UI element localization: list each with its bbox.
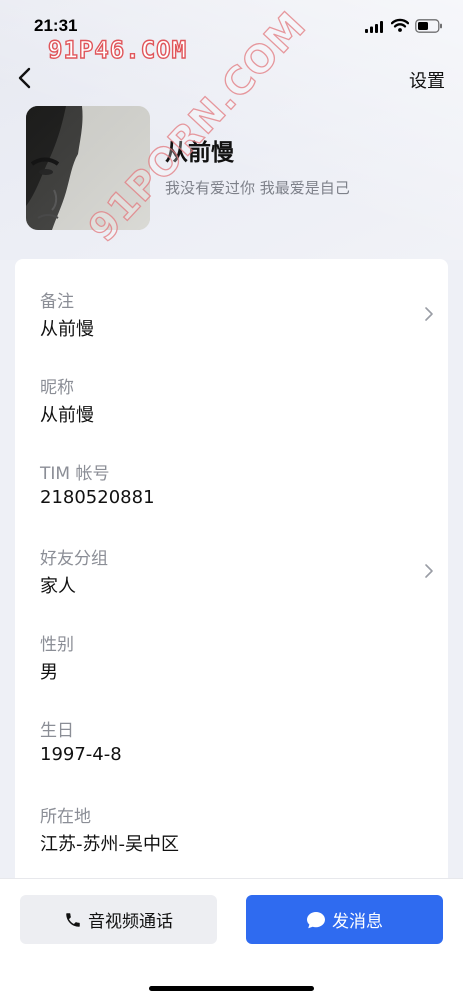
av-call-label: 音视频通话 <box>88 912 173 932</box>
status-time: 21:31 <box>34 16 78 35</box>
send-message-button[interactable]: 发消息 <box>246 895 443 944</box>
info-value: 1997-4-8 <box>40 744 122 765</box>
info-value: 2180520881 <box>40 487 155 508</box>
info-value: 江苏-苏州-吴中区 <box>40 834 179 855</box>
profile-name: 从前慢 <box>165 140 234 166</box>
info-label: 生日 <box>40 721 74 741</box>
bottom-action-bar: 音视频通话 发消息 <box>0 878 463 1001</box>
info-row-account: TIM 帐号 2180520881 <box>40 459 435 521</box>
info-label: 性别 <box>40 635 74 655</box>
battery-icon <box>415 19 442 33</box>
chevron-left-icon <box>18 67 31 89</box>
send-message-label: 发消息 <box>332 912 383 932</box>
avatar-photo <box>26 106 150 230</box>
chevron-right-icon <box>425 564 433 578</box>
wifi-icon <box>391 18 409 32</box>
info-label: 备注 <box>40 292 74 312</box>
info-row-gender: 性别 男 <box>40 630 435 692</box>
info-row-nickname: 昵称 从前慢 <box>40 373 435 435</box>
info-label: 所在地 <box>40 807 91 827</box>
av-call-button[interactable]: 音视频通话 <box>20 895 217 944</box>
back-button[interactable] <box>12 64 40 92</box>
settings-button[interactable]: 设置 <box>409 67 445 93</box>
phone-icon <box>64 911 82 929</box>
info-value: 从前慢 <box>40 405 94 426</box>
info-value: 从前慢 <box>40 319 94 340</box>
profile-signature: 我没有爱过你 我最爱是自己 <box>165 179 350 197</box>
info-label: 好友分组 <box>40 549 108 569</box>
chevron-right-icon <box>425 307 433 321</box>
info-row-birthday: 生日 1997-4-8 <box>40 716 435 778</box>
info-label: TIM 帐号 <box>40 464 110 484</box>
cellular-signal-icon <box>365 21 383 33</box>
info-value: 家人 <box>40 576 76 597</box>
avatar[interactable] <box>26 106 150 230</box>
info-row-friend-group[interactable]: 好友分组 家人 <box>40 544 435 606</box>
info-card: 备注 从前慢 昵称 从前慢 TIM 帐号 2180520881 好友分组 家人 … <box>15 259 448 899</box>
info-row-remark[interactable]: 备注 从前慢 <box>40 287 435 349</box>
info-value: 男 <box>40 662 58 683</box>
info-label: 昵称 <box>40 378 74 398</box>
info-row-location: 所在地 江苏-苏州-吴中区 <box>40 802 435 864</box>
watermark-domain: 91P46.COM <box>47 35 188 64</box>
home-indicator <box>149 986 314 991</box>
chat-bubble-icon <box>306 911 326 929</box>
